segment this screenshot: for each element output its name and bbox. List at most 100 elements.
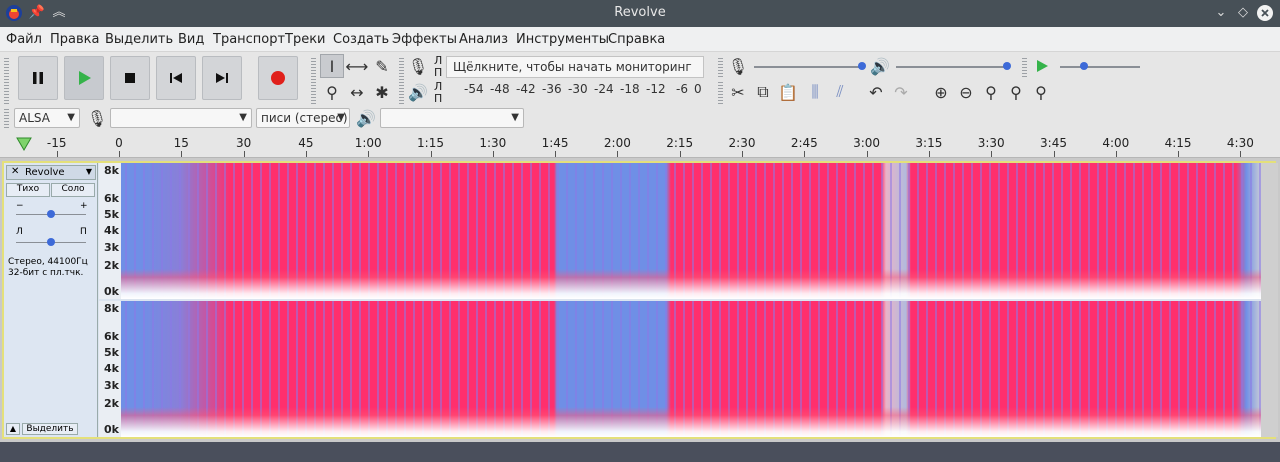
zoom-out-button[interactable]: ⊖: [954, 80, 978, 104]
cut-button[interactable]: ✂: [726, 80, 750, 104]
record-volume-slider[interactable]: [754, 66, 864, 68]
timeshift-tool-button[interactable]: ↔: [345, 80, 369, 104]
spectrogram-right-channel[interactable]: [121, 301, 1261, 437]
edit-grip[interactable]: [718, 80, 723, 104]
mixer-grip[interactable]: [718, 56, 723, 78]
play-at-speed-button[interactable]: [1030, 54, 1054, 78]
pause-button[interactable]: [18, 56, 58, 100]
fit-selection-button[interactable]: ⚲: [979, 80, 1003, 104]
track-close-icon[interactable]: ✕: [11, 166, 19, 177]
copy-button[interactable]: ⧉: [751, 80, 775, 104]
menu-generate[interactable]: Создать: [333, 32, 389, 47]
maximize-icon[interactable]: ◇: [1234, 4, 1252, 22]
ruler-tick: [555, 151, 557, 157]
play-at-speed-grip[interactable]: [1022, 56, 1027, 78]
track-bit-depth: 32-бит с пл.тчк.: [8, 268, 84, 278]
ruler-tick: [305, 151, 307, 157]
menu-select[interactable]: Выделить: [105, 32, 173, 47]
envelope-icon: ⟷: [345, 56, 369, 76]
record-meter-button[interactable]: 🎙: [406, 54, 430, 78]
recording-device-select[interactable]: ▼: [110, 108, 252, 128]
play-speed-slider[interactable]: [1060, 66, 1140, 68]
mute-button[interactable]: Тихо: [6, 183, 50, 197]
menu-edit[interactable]: Правка: [50, 32, 99, 47]
speaker-volume-icon: 🔊: [870, 56, 890, 76]
monitor-meter[interactable]: Щёлкните, чтобы начать мониторинг: [446, 56, 704, 78]
draw-tool-button[interactable]: ✎: [370, 54, 394, 78]
collapse-track-button[interactable]: ▲: [6, 423, 20, 435]
trim-button[interactable]: ⫼: [803, 80, 827, 104]
scale-tick: 0: [694, 82, 702, 96]
envelope-tool-button[interactable]: ⟷: [345, 54, 369, 78]
menu-transport[interactable]: Транспорт: [213, 32, 285, 47]
menu-effects[interactable]: Эффекты: [392, 32, 457, 47]
skip-end-button[interactable]: [202, 56, 242, 100]
play-meter-button[interactable]: 🔊: [406, 80, 430, 104]
gain-knob[interactable]: [47, 210, 55, 218]
fit-selection-icon: ⚲: [985, 82, 997, 102]
empty-track-space[interactable]: [0, 442, 1280, 462]
audacity-window: 📌 ︽ Revolve ⌄ ◇ Файл Правка Выделить Вид…: [0, 0, 1280, 462]
timeshift-icon: ↔: [350, 82, 364, 102]
menu-file[interactable]: Файл: [6, 32, 42, 47]
audio-track[interactable]: ✕ Revolve ▼ Тихо Соло − + Л П Стерео, 44…: [2, 161, 1278, 439]
record-button[interactable]: [258, 56, 298, 100]
pan-knob[interactable]: [47, 238, 55, 246]
playback-volume-slider[interactable]: [896, 66, 1010, 68]
undo-button[interactable]: ↶: [864, 80, 888, 104]
ruler-tick-label: 2:45: [790, 136, 818, 150]
record-volume-knob[interactable]: [858, 62, 866, 70]
axis-label: 0k: [104, 423, 119, 436]
minimize-icon[interactable]: ⌄: [1212, 4, 1230, 22]
play-head-icon[interactable]: [15, 136, 33, 152]
skip-end-icon: [216, 73, 228, 83]
zoom-in-button[interactable]: ⊕: [929, 80, 953, 104]
menu-tracks[interactable]: Треки: [285, 32, 326, 47]
ruler-tick: [181, 151, 183, 157]
silence-button[interactable]: ⫽: [828, 80, 852, 104]
scale-tick: -18: [620, 82, 640, 96]
zoom-tool-button[interactable]: ⚲: [320, 80, 344, 104]
recording-channels-select[interactable]: писи (стерео) ▼: [256, 108, 350, 128]
audio-host-select[interactable]: ALSA ▼: [14, 108, 80, 128]
ruler-tick-label: 3:00: [853, 136, 881, 150]
select-track-button[interactable]: Выделить: [22, 423, 78, 435]
ruler-tick: [430, 151, 432, 157]
track-name[interactable]: Revolve: [25, 167, 65, 178]
meter-scale[interactable]: -54 -48 -42 -36 -30 -24 -18 -12 -6 0: [446, 82, 704, 102]
paste-button[interactable]: 📋: [776, 80, 800, 104]
meter-grip[interactable]: [399, 56, 404, 104]
chevron-down-icon: ▼: [337, 112, 345, 123]
redo-button[interactable]: ↷: [889, 80, 913, 104]
zoom-toggle-button[interactable]: ⚲: [1029, 80, 1053, 104]
ruler-tick-label: 0: [115, 136, 123, 150]
tools-grip[interactable]: [311, 56, 316, 104]
solo-button[interactable]: Соло: [51, 183, 95, 197]
track-format: Стерео, 44100Гц: [8, 257, 88, 267]
play-speed-knob[interactable]: [1080, 62, 1088, 70]
multi-tool-button[interactable]: ✱: [370, 80, 394, 104]
fit-project-button[interactable]: ⚲: [1004, 80, 1028, 104]
close-icon[interactable]: [1256, 4, 1274, 22]
playback-device-select[interactable]: ▼: [380, 108, 524, 128]
axis-label: 0k: [104, 285, 119, 298]
playback-volume-knob[interactable]: [1003, 62, 1011, 70]
ruler-tick-label: 4:15: [1164, 136, 1192, 150]
menu-help[interactable]: Справка: [608, 32, 665, 47]
device-grip[interactable]: [4, 107, 9, 129]
menu-analyze[interactable]: Анализ: [459, 32, 508, 47]
axis-label: 5k: [104, 208, 119, 221]
skip-start-button[interactable]: [156, 56, 196, 100]
play-button[interactable]: [64, 56, 104, 100]
transport-grip[interactable]: [4, 56, 9, 104]
timeline-ruler[interactable]: -15 0 15 30 45 1:00 1:15 1:30 1:45 2:00 2:15 2:30 2:…: [0, 132, 1280, 158]
selection-tool-button[interactable]: I: [320, 54, 344, 78]
pause-icon: [33, 72, 43, 84]
menu-view[interactable]: Вид: [178, 32, 204, 47]
chevron-down-icon: ▼: [511, 112, 519, 123]
stop-button[interactable]: [110, 56, 150, 100]
spectrogram-left-channel[interactable]: [121, 163, 1261, 299]
menu-tools[interactable]: Инструменты: [516, 32, 609, 47]
track-menu-chevron-icon[interactable]: ▼: [86, 167, 92, 176]
track-control-panel: ✕ Revolve ▼ Тихо Соло − + Л П Стерео, 44…: [4, 163, 98, 437]
